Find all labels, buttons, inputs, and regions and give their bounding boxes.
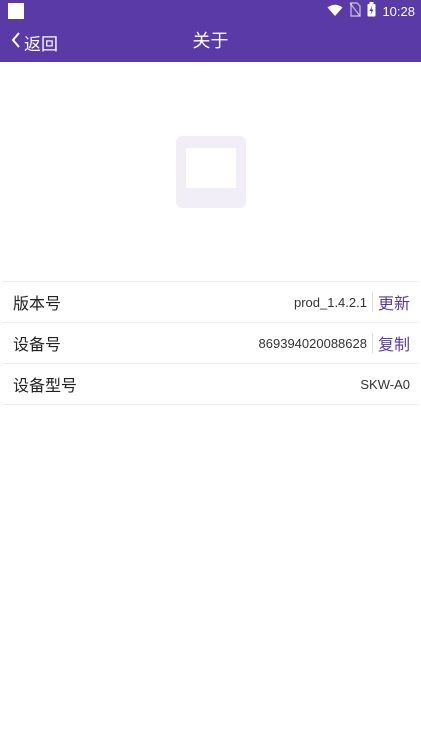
device-model-label: 设备型号 [13, 376, 78, 395]
status-icons: 10:28 [327, 0, 415, 22]
back-label: 返回 [24, 34, 58, 55]
back-button[interactable]: 返回 [10, 22, 58, 62]
device-model-value: SKW-A0 [360, 376, 410, 392]
chevron-left-icon [10, 31, 22, 53]
wifi-icon [327, 2, 343, 21]
update-button[interactable]: 更新 [378, 290, 410, 314]
copy-button[interactable]: 复制 [378, 331, 410, 355]
status-bar: 10:28 [0, 0, 421, 22]
about-info-list: 版本号 prod_1.4.2.1 更新 设备号 869394020088628 … [3, 281, 418, 405]
version-label: 版本号 [13, 294, 62, 313]
app-logo-area [0, 62, 421, 281]
top-app-bar: 关于 返回 [0, 22, 421, 62]
page-title: 关于 [192, 31, 229, 52]
row-divider [371, 292, 373, 312]
version-value: prod_1.4.2.1 [293, 294, 367, 310]
battery-charging-icon [367, 1, 376, 21]
device-model-row: 设备型号 SKW-A0 [3, 364, 418, 405]
app-logo-icon [176, 136, 246, 208]
no-sim-icon [349, 1, 362, 21]
device-id-row: 设备号 869394020088628 复制 [3, 323, 418, 364]
app-notification-icon [8, 3, 24, 19]
device-id-value: 869394020088628 [258, 335, 367, 351]
row-divider [371, 333, 373, 353]
version-row: 版本号 prod_1.4.2.1 更新 [3, 282, 418, 323]
status-time: 10:28 [382, 3, 415, 19]
device-id-label: 设备号 [13, 335, 62, 354]
